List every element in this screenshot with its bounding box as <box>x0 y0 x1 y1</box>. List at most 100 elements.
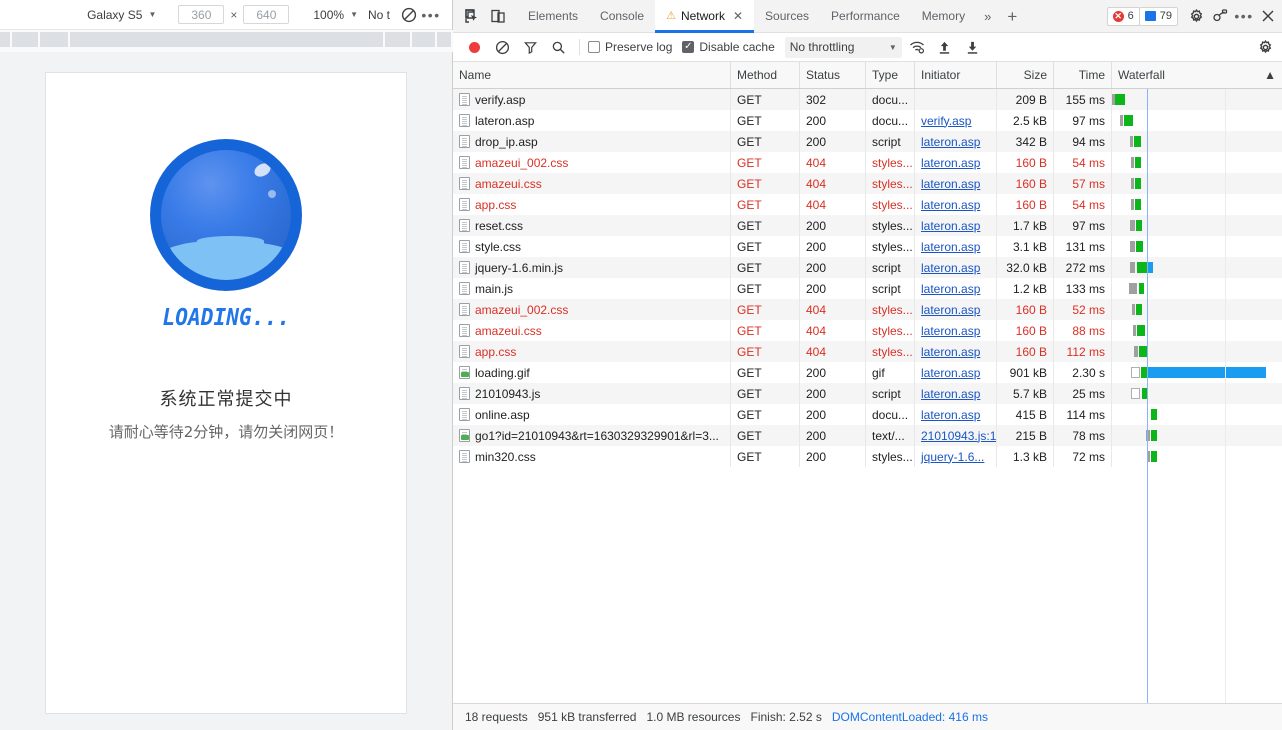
disable-cache-checkbox[interactable]: Disable cache <box>682 40 775 54</box>
table-row[interactable]: reset.css GET 200 styles... lateron.asp 1.7 k… <box>453 215 1282 236</box>
tab-sources[interactable]: Sources <box>754 0 820 33</box>
column-header-name[interactable]: Name <box>453 62 731 88</box>
initiator-link[interactable]: lateron.asp <box>921 135 980 149</box>
column-header-waterfall[interactable]: Waterfall ▲ <box>1112 62 1282 88</box>
cell-initiator[interactable]: verify.asp <box>915 110 997 131</box>
cell-initiator[interactable]: lateron.asp <box>915 152 997 173</box>
initiator-link[interactable]: verify.asp <box>921 114 971 128</box>
inspect-element-icon[interactable] <box>459 3 485 29</box>
table-row[interactable]: app.css GET 404 styles... lateron.asp 160 B 11… <box>453 341 1282 362</box>
preserve-log-checkbox[interactable]: Preserve log <box>588 40 672 54</box>
cell-waterfall <box>1112 236 1282 257</box>
initiator-link[interactable]: lateron.asp <box>921 219 980 233</box>
network-settings-gear-icon[interactable] <box>1254 36 1276 58</box>
initiator-link[interactable]: lateron.asp <box>921 156 980 170</box>
record-button[interactable] <box>461 34 487 60</box>
throttling-selector[interactable]: No throttling ▼ <box>784 36 902 58</box>
plus-icon[interactable]: + <box>999 8 1025 25</box>
message-counter[interactable]: 79 <box>1138 6 1178 26</box>
export-har-icon[interactable] <box>960 34 986 60</box>
tab-elements[interactable]: Elements <box>517 0 589 33</box>
cell-initiator[interactable]: lateron.asp <box>915 215 997 236</box>
initiator-link[interactable]: lateron.asp <box>921 198 980 212</box>
table-row[interactable]: verify.asp GET 302 docu... 209 B 155 ms <box>453 89 1282 110</box>
device-height-input[interactable]: 640 <box>243 5 290 24</box>
initiator-link[interactable]: lateron.asp <box>921 177 980 191</box>
initiator-link[interactable]: lateron.asp <box>921 324 980 338</box>
column-header-type[interactable]: Type <box>866 62 915 88</box>
initiator-link[interactable]: lateron.asp <box>921 240 980 254</box>
column-header-size[interactable]: Size <box>997 62 1054 88</box>
cell-initiator[interactable]: lateron.asp <box>915 173 997 194</box>
cell-initiator[interactable]: lateron.asp <box>915 236 997 257</box>
devices-icon[interactable] <box>1208 3 1232 29</box>
column-header-method[interactable]: Method <box>731 62 800 88</box>
gear-icon[interactable] <box>1184 3 1208 29</box>
more-vertical-icon[interactable]: ••• <box>1232 3 1256 29</box>
table-row[interactable]: 21010943.js GET 200 script lateron.asp 5.7 kB… <box>453 383 1282 404</box>
tab-performance[interactable]: Performance <box>820 0 911 33</box>
zoom-selector[interactable]: 100% ▼ <box>311 0 358 30</box>
table-row[interactable]: go1?id=21010943&rt=1630329329901&rl=3...… <box>453 425 1282 446</box>
cell-initiator[interactable]: lateron.asp <box>915 383 997 404</box>
tab-network[interactable]: ⚠ Network ✕ <box>655 0 755 33</box>
cell-initiator[interactable]: 21010943.js:1 <box>915 425 997 446</box>
table-row[interactable]: online.asp GET 200 docu... lateron.asp 415 B1… <box>453 404 1282 425</box>
table-row[interactable]: amazeui.css GET 404 styles... lateron.asp 160… <box>453 320 1282 341</box>
cell-initiator[interactable]: lateron.asp <box>915 278 997 299</box>
initiator-link[interactable]: jquery-1.6... <box>921 450 984 464</box>
column-header-time[interactable]: Time <box>1054 62 1112 88</box>
no-throttling-icon[interactable] <box>398 4 420 26</box>
more-options-icon[interactable]: ••• <box>420 4 442 26</box>
import-har-icon[interactable] <box>932 34 958 60</box>
column-header-status[interactable]: Status <box>800 62 866 88</box>
cell-initiator[interactable]: lateron.asp <box>915 194 997 215</box>
cell-initiator[interactable]: lateron.asp <box>915 320 997 341</box>
tab-memory[interactable]: Memory <box>911 0 976 33</box>
chevron-double-right-icon[interactable]: » <box>976 9 999 24</box>
initiator-link[interactable]: lateron.asp <box>921 345 980 359</box>
tab-close-icon[interactable]: ✕ <box>733 9 743 23</box>
clear-icon[interactable] <box>489 34 515 60</box>
cell-initiator[interactable]: lateron.asp <box>915 299 997 320</box>
initiator-link[interactable]: lateron.asp <box>921 387 980 401</box>
device-selector[interactable]: Galaxy S5 ▼ <box>85 0 156 30</box>
table-row[interactable]: lateron.asp GET 200 docu... verify.asp 2.5 kB… <box>453 110 1282 131</box>
cell-initiator[interactable]: jquery-1.6... <box>915 446 997 467</box>
search-icon[interactable] <box>545 34 571 60</box>
cell-initiator[interactable]: lateron.asp <box>915 404 997 425</box>
cell-initiator[interactable]: lateron.asp <box>915 257 997 278</box>
initiator-link[interactable]: lateron.asp <box>921 282 980 296</box>
initiator-link[interactable]: lateron.asp <box>921 303 980 317</box>
device-throttling-selector[interactable]: No t <box>368 8 398 22</box>
network-conditions-icon[interactable] <box>904 34 930 60</box>
cell-type: styles... <box>866 446 915 467</box>
initiator-link[interactable]: lateron.asp <box>921 261 980 275</box>
close-icon[interactable] <box>1256 3 1280 29</box>
column-header-initiator[interactable]: Initiator <box>915 62 997 88</box>
table-row[interactable]: min320.css GET 200 styles... jquery-1.6... 1.… <box>453 446 1282 467</box>
table-row[interactable]: jquery-1.6.min.js GET 200 script lateron.asp… <box>453 257 1282 278</box>
device-width-input[interactable]: 360 <box>178 5 225 24</box>
table-row[interactable]: amazeui.css GET 404 styles... lateron.asp 160… <box>453 173 1282 194</box>
initiator-link[interactable]: lateron.asp <box>921 366 980 380</box>
table-row[interactable]: amazeui_002.css GET 404 styles... lateron.as… <box>453 152 1282 173</box>
device-viewport[interactable]: LOADING... 系统正常提交中 请耐心等待2分钟，请勿关闭网页！ <box>45 72 407 714</box>
table-row[interactable]: app.css GET 404 styles... lateron.asp 160 B 54… <box>453 194 1282 215</box>
filter-icon[interactable] <box>517 34 543 60</box>
initiator-link[interactable]: 21010943.js:1 <box>921 429 996 443</box>
error-counter[interactable]: ✕ 6 <box>1106 6 1140 26</box>
cell-initiator[interactable]: lateron.asp <box>915 131 997 152</box>
tab-console[interactable]: Console <box>589 0 655 33</box>
cell-initiator[interactable] <box>915 89 997 110</box>
table-row[interactable]: style.css GET 200 styles... lateron.asp 3.1 k… <box>453 236 1282 257</box>
cell-initiator[interactable]: lateron.asp <box>915 341 997 362</box>
table-row[interactable]: main.js GET 200 script lateron.asp 1.2 kB 133 … <box>453 278 1282 299</box>
table-row[interactable]: loading.gif GET 200 gif lateron.asp 901 kB 2.3… <box>453 362 1282 383</box>
cell-initiator[interactable]: lateron.asp <box>915 362 997 383</box>
request-name: online.asp <box>475 407 530 422</box>
toggle-device-toolbar-icon[interactable] <box>485 3 511 29</box>
table-row[interactable]: amazeui_002.css GET 404 styles... lateron.as… <box>453 299 1282 320</box>
initiator-link[interactable]: lateron.asp <box>921 408 980 422</box>
table-row[interactable]: drop_ip.asp GET 200 script lateron.asp 342 B9… <box>453 131 1282 152</box>
